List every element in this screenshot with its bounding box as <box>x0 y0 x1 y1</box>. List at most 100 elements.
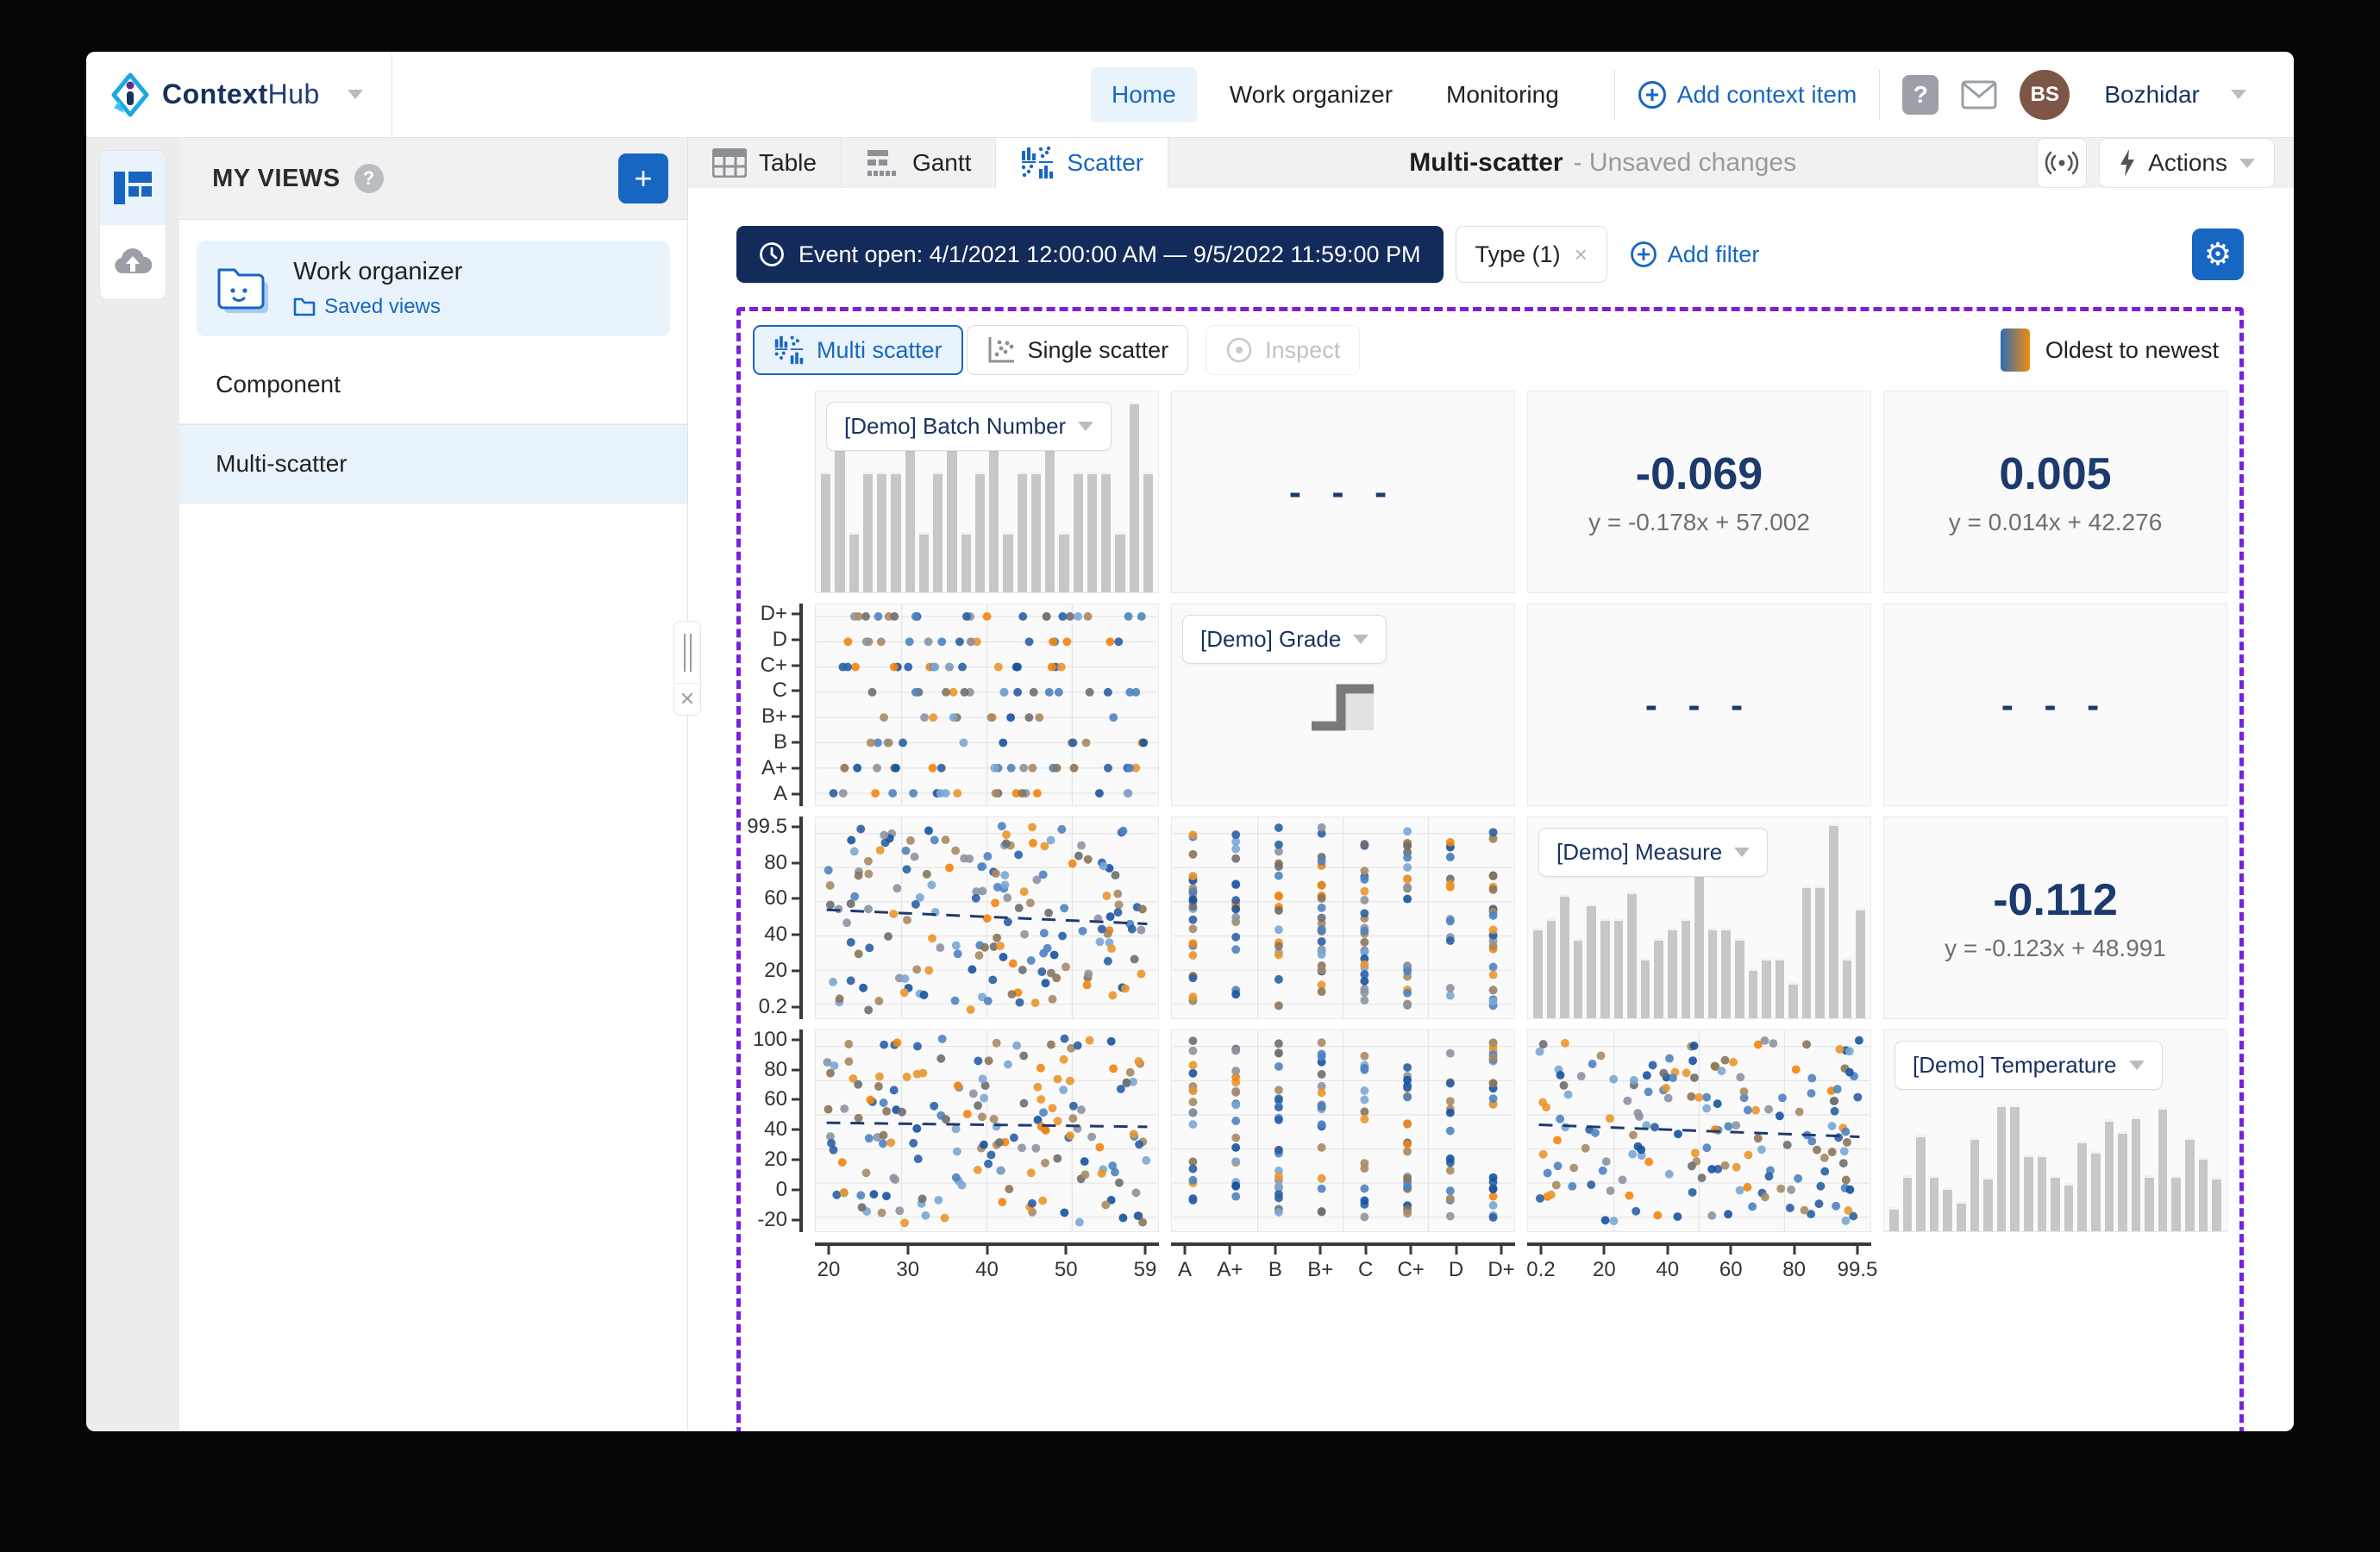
tab-gantt[interactable]: Gantt <box>842 138 996 188</box>
y-tick-label: 0 <box>776 1178 787 1202</box>
tab-scatter[interactable]: Scatter <box>996 138 1168 188</box>
clock-icon <box>759 241 785 267</box>
x-axis-col-3: 0.22040608099.5 <box>1527 1242 1871 1277</box>
y-tick-label: -20 <box>757 1208 787 1232</box>
nav-item-monitoring[interactable]: Monitoring <box>1425 67 1580 122</box>
y-tick-label: C <box>773 679 787 703</box>
regression-equation: y = 0.014x + 42.276 <box>1949 509 2163 536</box>
single-scatter-toggle[interactable]: Single scatter <box>967 325 1189 375</box>
matrix-cell-r1c4-corr: 0.005y = 0.014x + 42.276 <box>1883 391 2227 593</box>
x-tick-label: 40 <box>1656 1258 1679 1282</box>
multi-scatter-icon <box>774 335 805 366</box>
user-chevron-down-icon[interactable] <box>2231 90 2246 99</box>
x-tick-label: C <box>1358 1258 1373 1282</box>
y-axis-row-4: 100806040200-20 <box>753 1029 803 1232</box>
matrix-cell-r2c3-dashes: - - - <box>1527 604 1871 806</box>
saved-views-link[interactable]: Saved views <box>293 295 462 319</box>
nav-item-home[interactable]: Home <box>1091 67 1197 122</box>
folder-icon <box>293 297 316 316</box>
remove-filter-icon[interactable]: × <box>1575 241 1588 268</box>
splitter-close-icon[interactable]: ✕ <box>674 684 700 715</box>
variable-dropdown[interactable]: [Demo] Measure <box>1538 828 1768 877</box>
y-tick-label: A <box>774 782 787 806</box>
y-axis-row-3: 99.5806040200.2 <box>753 817 803 1019</box>
logo-section[interactable]: ContextHub <box>86 52 392 137</box>
sidebar-item-component[interactable]: Component <box>179 345 687 424</box>
user-avatar[interactable]: BS <box>2020 70 2070 120</box>
filter-bar: Event open: 4/1/2021 12:00:00 AM — 9/5/2… <box>736 226 2244 283</box>
x-tick-label: A <box>1178 1258 1192 1282</box>
matrix-cell-r2c4-dashes: - - - <box>1883 604 2227 806</box>
x-tick-label: C+ <box>1397 1258 1424 1282</box>
variable-dropdown[interactable]: [Demo] Batch Number <box>826 402 1112 451</box>
y-tick-label: B <box>774 730 787 754</box>
broadcast-icon <box>2045 150 2079 176</box>
view-tab-strip: Table Gantt Scatter Multi-scatter- Unsav… <box>688 138 2294 188</box>
axis-corner <box>753 1242 803 1431</box>
x-axis-col-4 <box>1883 1242 2227 1277</box>
lightning-icon <box>2119 149 2136 177</box>
matrix-cell-r1c1-hist[interactable]: [Demo] Batch Number <box>815 391 1159 593</box>
type-filter-pill[interactable]: Type (1) × <box>1456 226 1607 283</box>
user-name[interactable]: Bozhidar <box>2104 81 2200 109</box>
regression-equation: y = -0.123x + 48.991 <box>1945 935 2166 962</box>
settings-button[interactable]: ⚙ <box>2192 228 2244 280</box>
nav-item-work-organizer[interactable]: Work organizer <box>1209 67 1413 122</box>
x-tick-label: B+ <box>1307 1258 1333 1282</box>
matrix-cell-r2c1-scatter[interactable] <box>815 604 1159 806</box>
variable-dropdown[interactable]: [Demo] Grade <box>1182 615 1387 664</box>
x-tick-label: 80 <box>1782 1258 1806 1282</box>
mail-icon[interactable] <box>1961 80 1997 110</box>
sidebar-item-multi-scatter[interactable]: Multi-scatter <box>179 424 687 504</box>
help-icon[interactable]: ? <box>1902 75 1938 115</box>
x-tick-label: 60 <box>1719 1258 1743 1282</box>
correlation-value: -0.069 <box>1636 448 1763 500</box>
matrix-cell-r2c2-step: [Demo] Grade <box>1171 604 1515 806</box>
matrix-cell-r3c1-scatter[interactable] <box>815 817 1159 1019</box>
divider <box>1614 70 1615 120</box>
y-tick-label: 60 <box>764 886 787 911</box>
event-filter-pill[interactable]: Event open: 4/1/2021 12:00:00 AM — 9/5/2… <box>736 226 1444 283</box>
views-panel-button[interactable] <box>100 151 166 225</box>
logo-chevron-down-icon[interactable] <box>348 90 363 99</box>
broadcast-button[interactable] <box>2037 138 2087 188</box>
workspace-card[interactable]: Work organizer Saved views <box>197 241 670 336</box>
add-view-button[interactable]: + <box>618 153 668 203</box>
y-axis-row-2: D+DC+CB+BA+A <box>753 604 803 806</box>
matrix-cell-r4c4-hist[interactable]: [Demo] Temperature <box>1883 1029 2227 1232</box>
actions-button[interactable]: Actions <box>2099 138 2275 188</box>
main-panel: Table Gantt Scatter Multi-scatter- Unsav… <box>688 138 2294 1430</box>
sidebar-help-icon[interactable]: ? <box>354 164 384 193</box>
nav-tabs: Home Work organizer Monitoring <box>1091 67 1580 122</box>
scatter-region: Multi scatter Single scatter Inspect Old… <box>736 307 2244 1431</box>
chevron-down-icon <box>2129 1061 2145 1070</box>
matrix-cell-r4c2-scatter[interactable] <box>1171 1029 1515 1232</box>
matrix-cell-r4c1-scatter[interactable] <box>815 1029 1159 1232</box>
add-context-item-button[interactable]: Add context item <box>1638 80 1857 110</box>
splitter-drag-handle[interactable] <box>674 622 700 684</box>
upload-panel-button[interactable] <box>100 225 166 299</box>
no-correlation-placeholder: - - - <box>2001 685 2109 726</box>
divider <box>1879 70 1880 120</box>
x-tick-label: D <box>1449 1258 1463 1282</box>
folder-smiley-icon <box>216 263 272 315</box>
y-tick-label: 0.2 <box>759 995 787 1019</box>
y-tick-label: 100 <box>753 1028 787 1052</box>
x-tick-label: 99.5 <box>1838 1258 1878 1282</box>
tab-table[interactable]: Table <box>687 138 842 188</box>
variable-dropdown[interactable]: [Demo] Temperature <box>1895 1041 2163 1090</box>
matrix-cell-r3c3-hist[interactable]: [Demo] Measure <box>1527 817 1871 1019</box>
matrix-cell-r3c2-scatter[interactable] <box>1171 817 1515 1019</box>
multi-scatter-toggle[interactable]: Multi scatter <box>753 325 963 375</box>
inspect-toggle[interactable]: Inspect <box>1206 325 1360 375</box>
y-tick-label: 40 <box>764 1117 787 1142</box>
x-tick-label: 50 <box>1055 1258 1078 1282</box>
regression-equation: y = -0.178x + 57.002 <box>1588 509 1810 536</box>
y-tick-label: A+ <box>761 756 787 780</box>
y-tick-label: 20 <box>764 1148 787 1172</box>
add-filter-button[interactable]: Add filter <box>1630 241 1760 268</box>
matrix-cell-r4c3-scatter[interactable] <box>1527 1029 1871 1232</box>
no-correlation-placeholder: - - - <box>1645 685 1753 726</box>
top-navbar: ContextHub Home Work organizer Monitorin… <box>86 52 2294 138</box>
inspect-icon <box>1225 336 1253 364</box>
